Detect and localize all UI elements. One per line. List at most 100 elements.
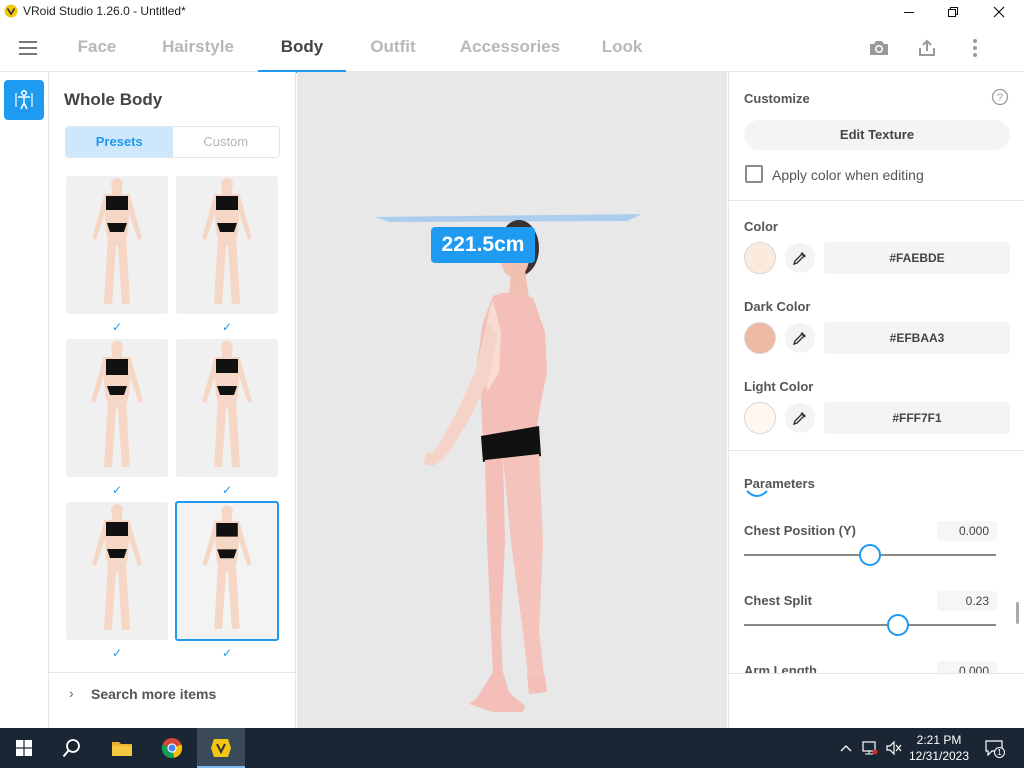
chest-position-value[interactable]: 0.000 [937,521,997,541]
network-icon [862,741,878,755]
presets-tab[interactable]: Presets [66,127,173,157]
network-button[interactable] [862,740,878,756]
tab-hairstyle[interactable]: Hairstyle [152,24,244,72]
tab-look[interactable]: Look [594,24,650,72]
volume-button[interactable] [886,740,902,756]
preset-thumbnail [202,178,252,304]
windows-taskbar: 2:21 PM 12/31/2023 1 [0,728,1024,768]
search-more-items-button[interactable]: › Search more items [49,672,296,716]
folder-icon [112,742,132,756]
preset-6-check-icon: ✓ [221,646,233,660]
clock-time: 2:21 PM [916,733,962,747]
body-preset-4[interactable] [176,339,278,477]
body-preset-2[interactable] [176,176,278,314]
3d-viewport[interactable]: 221.5cm [297,72,727,728]
apply-color-checkbox[interactable]: Apply color when editing [744,164,1024,186]
dark-color-label: Dark Color [744,299,811,314]
export-icon [919,39,935,56]
close-button[interactable] [976,0,1022,24]
body-preset-5[interactable] [66,502,168,640]
file-explorer-button[interactable] [98,728,146,768]
loading-spinner-icon [746,490,768,497]
clock-date: 12/31/2023 [908,749,970,763]
search-more-label: Search more items [91,686,217,702]
color-swatch[interactable] [744,242,776,274]
help-icon[interactable]: ? [991,88,1009,106]
dark-color-eyedropper-button[interactable] [785,323,815,353]
preset-custom-toggle: Presets Custom [65,126,280,158]
export-button[interactable] [915,36,939,60]
edit-texture-button[interactable]: Edit Texture [744,120,1010,150]
more-button[interactable] [963,36,987,60]
checkbox-box[interactable] [745,165,763,183]
search-icon [62,739,80,758]
search-button[interactable] [48,728,96,768]
light-color-eyedropper-button[interactable] [785,403,815,433]
close-icon [993,6,1005,18]
scrollbar-thumb[interactable] [1016,602,1019,624]
eyedropper-icon [792,412,806,426]
camera-icon [870,41,888,55]
tab-face[interactable]: Face [70,24,124,72]
slider-track [744,624,996,626]
rail-whole-body-button[interactable] [4,80,44,120]
tab-outfit[interactable]: Outfit [358,24,428,72]
show-hidden-icons-button[interactable] [838,740,854,756]
svg-text:?: ? [997,92,1003,104]
chest-position-label: Chest Position (Y) [744,523,856,538]
vroid-app-icon [211,739,231,757]
panel-title: Whole Body [64,90,163,109]
light-color-swatch[interactable] [744,402,776,434]
chest-split-slider[interactable] [744,613,996,637]
tab-accessories[interactable]: Accessories [455,24,565,72]
color-label: Color [744,219,778,234]
properties-panel: Customize ? Edit Texture Apply color whe… [728,72,1024,728]
preset-5-check-icon: ✓ [111,646,123,660]
chevron-up-icon [840,745,852,752]
custom-tab[interactable]: Custom [173,127,280,157]
body-preset-6-selected[interactable] [175,501,279,641]
restore-button[interactable] [930,0,976,24]
divider [729,673,1024,674]
preset-panel: Whole Body Presets Custom ✓ ✓ ✓ ✓ ✓ ✓ › … [49,72,296,728]
preset-2-check-icon: ✓ [221,320,233,334]
body-preset-1[interactable] [66,176,168,314]
preset-thumbnail [202,341,252,467]
chrome-icon [161,738,183,759]
height-measurement-badge: 221.5cm [431,227,535,263]
hamburger-menu-icon[interactable] [16,38,40,58]
notifications-button[interactable]: 1 [984,738,1005,758]
restore-icon [948,7,958,17]
chest-split-value[interactable]: 0.23 [937,591,997,611]
preset-thumbnail [92,178,142,304]
color-hex-field[interactable]: #FAEBDE [824,242,1010,274]
notification-count-badge: 1 [994,747,1005,758]
vroid-studio-taskbar-button[interactable] [197,728,245,768]
arm-length-value[interactable]: 0.000 [937,661,997,673]
arm-length-label: Arm Length [744,663,817,673]
slider-thumb[interactable] [859,544,881,566]
category-rail [0,72,49,728]
minimize-button[interactable] [886,0,932,24]
tab-body[interactable]: Body [258,24,346,73]
parameters-scroll-area[interactable]: Parameters Chest Position (Y) 0.000 Ches… [729,451,1024,673]
dark-color-hex-field[interactable]: #EFBAA3 [824,322,1010,354]
preset-thumbnail [92,504,142,630]
start-button[interactable] [0,728,48,768]
preset-thumbnail [91,341,143,467]
light-color-label: Light Color [744,379,814,394]
taskbar-clock[interactable]: 2:21 PM 12/31/2023 [907,732,971,764]
vroid-app-icon [4,4,18,18]
body-preset-3[interactable] [66,339,168,477]
color-eyedropper-button[interactable] [785,243,815,273]
avatar-model [375,214,642,712]
chrome-button[interactable] [148,728,196,768]
preset-thumbnail [202,505,252,629]
camera-button[interactable] [867,36,891,60]
slider-thumb[interactable] [886,614,909,636]
dark-color-swatch[interactable] [744,322,776,354]
light-color-hex-field[interactable]: #FFF7F1 [824,402,1010,434]
customize-heading: Customize [744,91,810,106]
chevron-right-icon: › [69,685,74,701]
chest-position-slider[interactable] [744,543,996,567]
